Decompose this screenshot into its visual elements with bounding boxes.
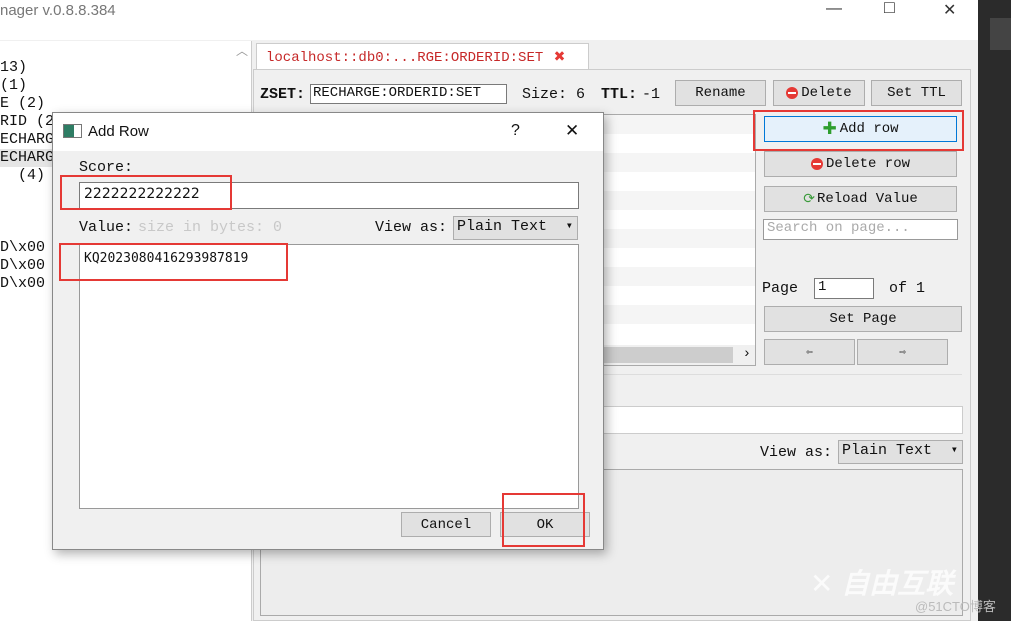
page-label: Page [762,280,799,297]
cancel-label: Cancel [420,516,472,533]
page-count: of 1 [889,280,926,297]
desktop-strip [978,0,1011,621]
set-ttl-button[interactable]: Set TTL [871,80,962,106]
ttl-value: -1 [642,86,661,103]
plus-icon: ✚ [822,119,837,139]
prev-icon: ⇦ [806,347,813,359]
score-input[interactable]: 2222222222222 [79,182,579,209]
search-on-page-input[interactable]: Search on page... [763,219,958,240]
delete-icon [786,87,799,99]
dialog-help-button[interactable]: ? [511,122,520,140]
set-ttl-label: Set TTL [887,85,946,101]
watermark-site: @51CTO博客 [915,599,996,614]
key-size: Size: 6 [522,86,586,103]
delete-row-button[interactable]: Delete row [764,151,957,177]
ok-button[interactable]: OK [500,512,590,537]
page-input[interactable]: 1 [814,278,874,299]
maximize-button[interactable]: □ [884,0,895,18]
window-title: nager v.0.8.8.384 [0,2,116,19]
tree-item[interactable]: (1) [0,77,251,95]
set-page-button[interactable]: Set Page [764,306,962,332]
dialog-title: Add Row [88,123,149,140]
set-page-label: Set Page [829,311,897,327]
dialog-app-icon [63,124,82,138]
dialog-view-as-label: View as: [375,219,448,236]
key-type-label: ZSET: [260,86,306,103]
size-hint: size in bytes: 0 [138,219,283,236]
tab-close-icon[interactable]: ✖ [554,49,566,65]
delete-row-label: Delete row [825,156,910,172]
score-label: Score: [79,159,134,176]
value-textarea[interactable]: KQ2023080416293987819 [79,244,579,509]
reload-label: Reload Value [816,191,918,207]
cancel-button[interactable]: Cancel [401,512,491,537]
delete-key-button[interactable]: Delete [773,80,865,106]
reload-value-button[interactable]: ⟳ Reload Value [764,186,957,212]
key-name-field[interactable]: RECHARGE:ORDERID:SET [310,84,507,104]
ok-label: OK [536,516,554,533]
add-row-button[interactable]: ✚ Add row [764,116,957,142]
next-page-button[interactable]: ⇨ [857,339,948,365]
value-label: Value: [79,219,134,236]
delete-row-icon [810,158,823,170]
reload-icon: ⟳ [803,191,815,207]
view-as-label: View as: [760,444,833,461]
key-tab[interactable]: localhost::db0:...RGE:ORDERID:SET ✖ [256,43,589,70]
delete-label: Delete [801,85,852,101]
ttl-label: TTL: [601,86,638,103]
prev-page-button[interactable]: ⇦ [764,339,855,365]
tab-label: localhost::db0:...RGE:ORDERID:SET [266,50,544,66]
next-icon: ⇨ [899,347,906,359]
add-row-dialog: Add Row ? ✕ Score: 2222222222222 Value: … [52,112,604,550]
desktop-strip-accent [990,18,1011,50]
rename-button[interactable]: Rename [675,80,766,106]
dialog-view-as-select[interactable]: Plain Text [453,216,578,240]
add-row-label: Add row [839,121,899,137]
view-as-select[interactable]: Plain Text [838,440,963,464]
minimize-button[interactable]: — [826,0,842,18]
scroll-right-arrow[interactable]: › [743,346,751,362]
rename-label: Rename [695,85,746,101]
scroll-up-arrow[interactable]: ︿ [236,42,248,59]
tree-item[interactable]: 13) [0,59,251,77]
close-window-button[interactable]: ✕ [943,0,956,20]
tree-item[interactable]: E (2) [0,95,251,113]
dialog-close-button[interactable]: ✕ [565,121,579,141]
